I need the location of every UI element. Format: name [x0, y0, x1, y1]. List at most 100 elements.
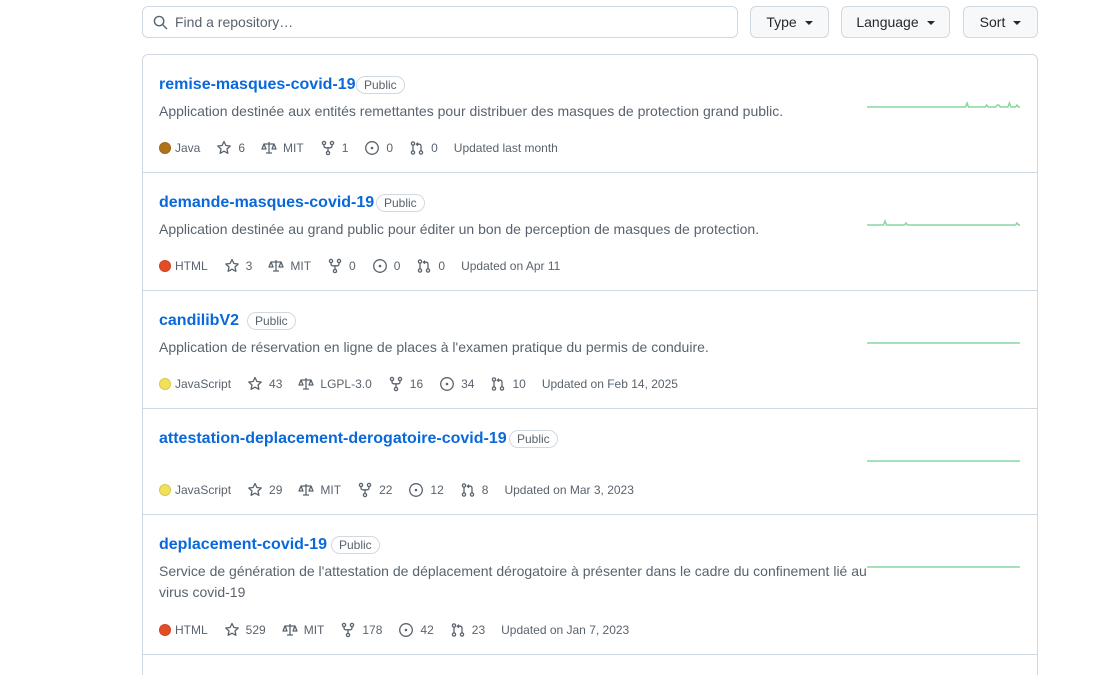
stars-count: 29 [269, 483, 283, 497]
visibility-badge: Public [247, 312, 296, 330]
forks-link[interactable]: 178 [340, 622, 382, 638]
language-filter-button[interactable]: Language [841, 6, 950, 38]
pulls-count: 0 [438, 259, 446, 273]
license-item: LGPL-3.0 [298, 376, 372, 392]
issues-link[interactable]: 0 [372, 258, 400, 274]
repo-name-link[interactable]: deplacement-covid-19 [159, 535, 327, 555]
language-name: HTML [175, 259, 208, 273]
law-icon [261, 142, 277, 154]
law-icon [268, 260, 285, 272]
pulls-count: 10 [512, 377, 526, 391]
visibility-badge: Public [509, 430, 558, 448]
stars-link[interactable]: 6 [216, 140, 245, 156]
pulls-count: 8 [481, 483, 489, 497]
star-icon [224, 622, 239, 636]
stars-link[interactable]: 29 [247, 482, 282, 498]
sort-button[interactable]: Sort [963, 6, 1038, 38]
license-name: MIT [290, 259, 312, 273]
git-pull-request-icon [492, 377, 505, 391]
repo-row: remise-masques-covid-19 Public Applicati… [143, 55, 1037, 173]
issues-count: 42 [420, 623, 434, 637]
stars-link[interactable]: 43 [247, 376, 282, 392]
issues-link[interactable]: 42 [398, 622, 434, 638]
forks-count: 22 [379, 483, 393, 497]
pull-requests-link[interactable]: 0 [409, 140, 438, 156]
pull-requests-link[interactable]: 0 [416, 258, 445, 274]
language-name: HTML [175, 623, 208, 637]
repo-row: deplacement-covid-19 Public Service de g… [143, 515, 1037, 655]
repo-meta: JavaScript 43 LGPL-3.0 16 34 10 Updated … [159, 375, 694, 393]
license-item: MIT [261, 140, 304, 156]
language-name: Java [175, 141, 201, 155]
license-item: MIT [298, 482, 341, 498]
stars-count: 43 [269, 377, 283, 391]
issue-opened-icon [440, 377, 455, 391]
chevron-down-icon [1013, 20, 1022, 25]
fork-icon [389, 376, 403, 392]
issues-count: 0 [386, 141, 394, 155]
stars-link[interactable]: 3 [224, 258, 253, 274]
forks-link[interactable]: 16 [388, 376, 423, 392]
forks-link[interactable]: 22 [357, 482, 392, 498]
language-name: JavaScript [175, 483, 232, 497]
updated-time: Updated on Apr 11 [461, 259, 561, 273]
language-item: HTML [159, 623, 208, 637]
updated-time: Updated on Jan 7, 2023 [501, 623, 630, 637]
repo-name-link[interactable]: remise-masques-covid-19 [159, 75, 356, 95]
fork-icon [342, 622, 355, 638]
star-icon [248, 376, 262, 390]
pull-requests-link[interactable]: 8 [460, 482, 489, 498]
language-color-dot [159, 260, 171, 272]
pulls-count: 23 [471, 623, 486, 637]
activity-sparkline [867, 218, 1020, 226]
forks-count: 1 [341, 141, 349, 155]
activity-line [867, 218, 1020, 226]
license-name: MIT [283, 141, 304, 155]
forks-link[interactable]: 1 [320, 140, 349, 156]
forks-link[interactable]: 0 [327, 258, 356, 274]
language-color-dot [159, 484, 171, 496]
repo-meta: HTML 529 MIT 178 42 23 Updated on Jan 7,… [159, 621, 645, 639]
activity-sparkline [867, 342, 1020, 344]
visibility-badge: Public [356, 76, 405, 94]
type-filter-button[interactable]: Type [750, 6, 829, 38]
stars-count: 3 [245, 259, 253, 273]
fork-icon [321, 140, 334, 156]
updated-time: Updated on Mar 3, 2023 [504, 483, 634, 497]
repo-name-link[interactable]: candilibV2 [159, 311, 239, 331]
updated-time: Updated last month [453, 141, 558, 155]
issue-opened-icon [372, 259, 387, 273]
repo-meta: JavaScript 29 MIT 22 12 8 Updated on Mar… [159, 481, 650, 499]
star-icon [217, 140, 232, 154]
repo-name-link[interactable]: demande-masques-covid-19 [159, 193, 374, 213]
pull-requests-link[interactable]: 10 [490, 376, 526, 392]
repo-search-box[interactable] [142, 6, 738, 38]
issue-opened-icon [409, 483, 424, 497]
repo-search-input[interactable] [175, 7, 725, 37]
language-color-dot [159, 142, 171, 154]
activity-sparkline [867, 566, 1020, 568]
activity-line [867, 100, 1020, 108]
repo-meta: HTML 3 MIT 0 0 0 Updated on Apr 11 [159, 257, 576, 275]
issues-link[interactable]: 0 [364, 140, 393, 156]
issues-link[interactable]: 34 [439, 376, 474, 392]
language-item: JavaScript [159, 483, 231, 497]
star-icon [248, 482, 262, 496]
issues-link[interactable]: 12 [408, 482, 444, 498]
language-name: JavaScript [175, 377, 232, 391]
chevron-down-icon [926, 20, 935, 25]
repo-name-link[interactable]: attestation-deplacement-derogatoire-covi… [159, 429, 507, 449]
activity-sparkline [867, 100, 1020, 108]
language-item: JavaScript [159, 377, 231, 391]
law-icon [282, 624, 298, 636]
license-name: LGPL-3.0 [320, 377, 372, 391]
git-pull-request-icon [410, 141, 424, 155]
git-pull-request-icon [451, 623, 465, 637]
pull-requests-link[interactable]: 23 [450, 622, 485, 638]
stars-link[interactable]: 529 [224, 622, 266, 638]
language-color-dot [159, 378, 171, 390]
repo-row: attestation-deplacement-derogatoire-covi… [143, 409, 1037, 515]
forks-count: 0 [349, 259, 356, 273]
repo-description: Application destinée au grand public pou… [159, 221, 760, 237]
repo-description: Application destinée aux entités remetta… [159, 103, 784, 119]
